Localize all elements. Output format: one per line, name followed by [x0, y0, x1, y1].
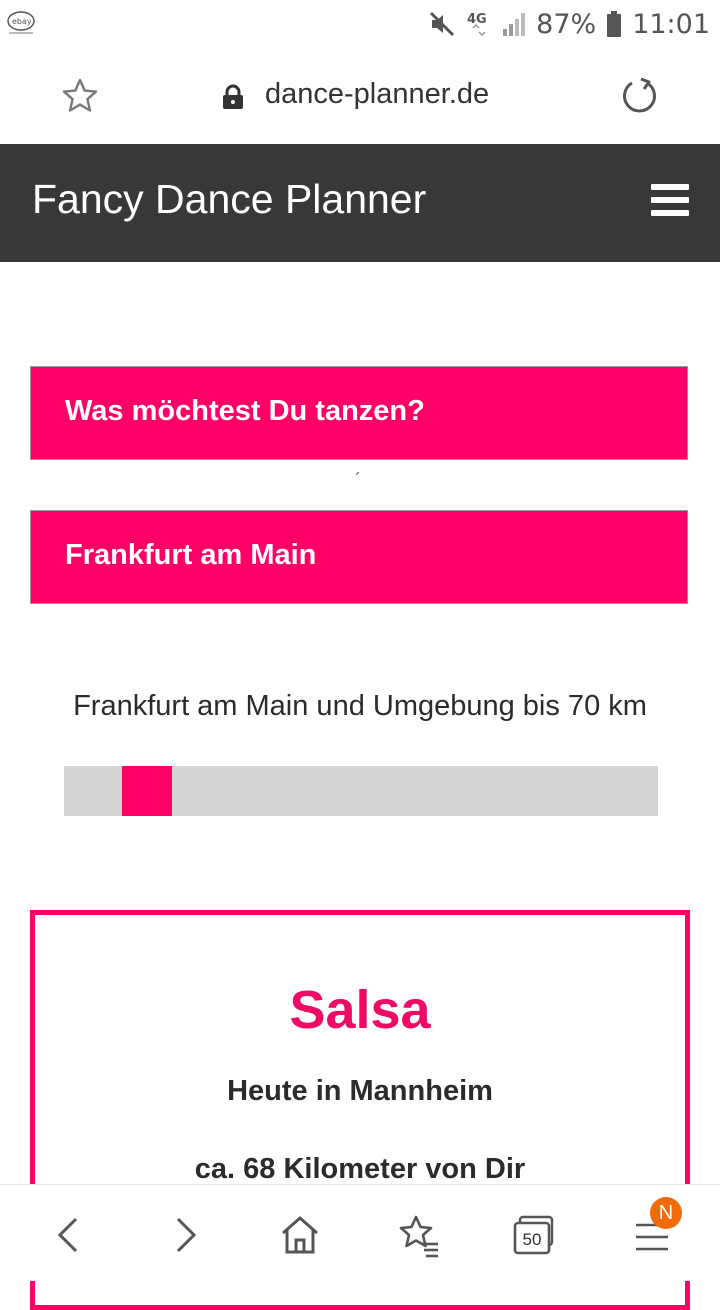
home-icon[interactable]: [276, 1211, 324, 1259]
status-bar: ebay 4G 87% 11:01: [0, 0, 720, 48]
event-distance: ca. 68 Kilometer von Dir: [194, 1153, 526, 1185]
svg-text:4G: 4G: [467, 12, 487, 27]
reload-icon[interactable]: [620, 76, 660, 116]
location-select-label: Frankfurt am Main: [65, 539, 317, 571]
mute-icon: [430, 11, 455, 37]
dance-select[interactable]: Was möchtest Du tanzen?: [30, 366, 688, 460]
hamburger-menu-icon[interactable]: [651, 184, 689, 218]
ebay-icon: ebay: [6, 10, 36, 36]
back-icon[interactable]: [46, 1211, 94, 1259]
status-icons: 4G 87% 11:01: [428, 6, 710, 42]
location-select[interactable]: Frankfurt am Main: [30, 510, 688, 604]
notification-badge: N: [650, 1197, 682, 1229]
radius-slider[interactable]: [64, 766, 658, 816]
forward-icon[interactable]: [162, 1211, 210, 1259]
battery-percent: 87%: [536, 8, 597, 40]
bookmarks-icon[interactable]: [394, 1211, 442, 1259]
battery-icon: [607, 11, 622, 37]
signal-icon: [503, 13, 526, 36]
site-header: Fancy Dance Planner: [0, 144, 720, 262]
url-text[interactable]: dance-planner.de: [265, 78, 489, 111]
divider-mark: ´: [355, 470, 361, 490]
radius-label: Frankfurt am Main und Umgebung bis 70 km: [73, 690, 647, 722]
dance-select-label: Was möchtest Du tanzen?: [65, 395, 425, 427]
browser-bottom-bar: 50: [0, 1184, 720, 1281]
event-dance-title: Salsa: [289, 980, 431, 1040]
browser-url-bar: dance-planner.de: [0, 48, 720, 144]
clock: 11:01: [632, 8, 710, 40]
bookmark-star-icon[interactable]: [60, 76, 100, 116]
radius-slider-thumb[interactable]: [122, 766, 172, 816]
lock-icon: [220, 84, 246, 110]
network-4g-icon: 4G: [467, 12, 487, 37]
svg-text:ebay: ebay: [12, 17, 32, 26]
tabs-icon[interactable]: 50: [510, 1211, 558, 1259]
tabs-count: 50: [523, 1230, 542, 1249]
event-when-where: Heute in Mannheim: [227, 1075, 493, 1107]
site-title[interactable]: Fancy Dance Planner: [32, 176, 426, 223]
